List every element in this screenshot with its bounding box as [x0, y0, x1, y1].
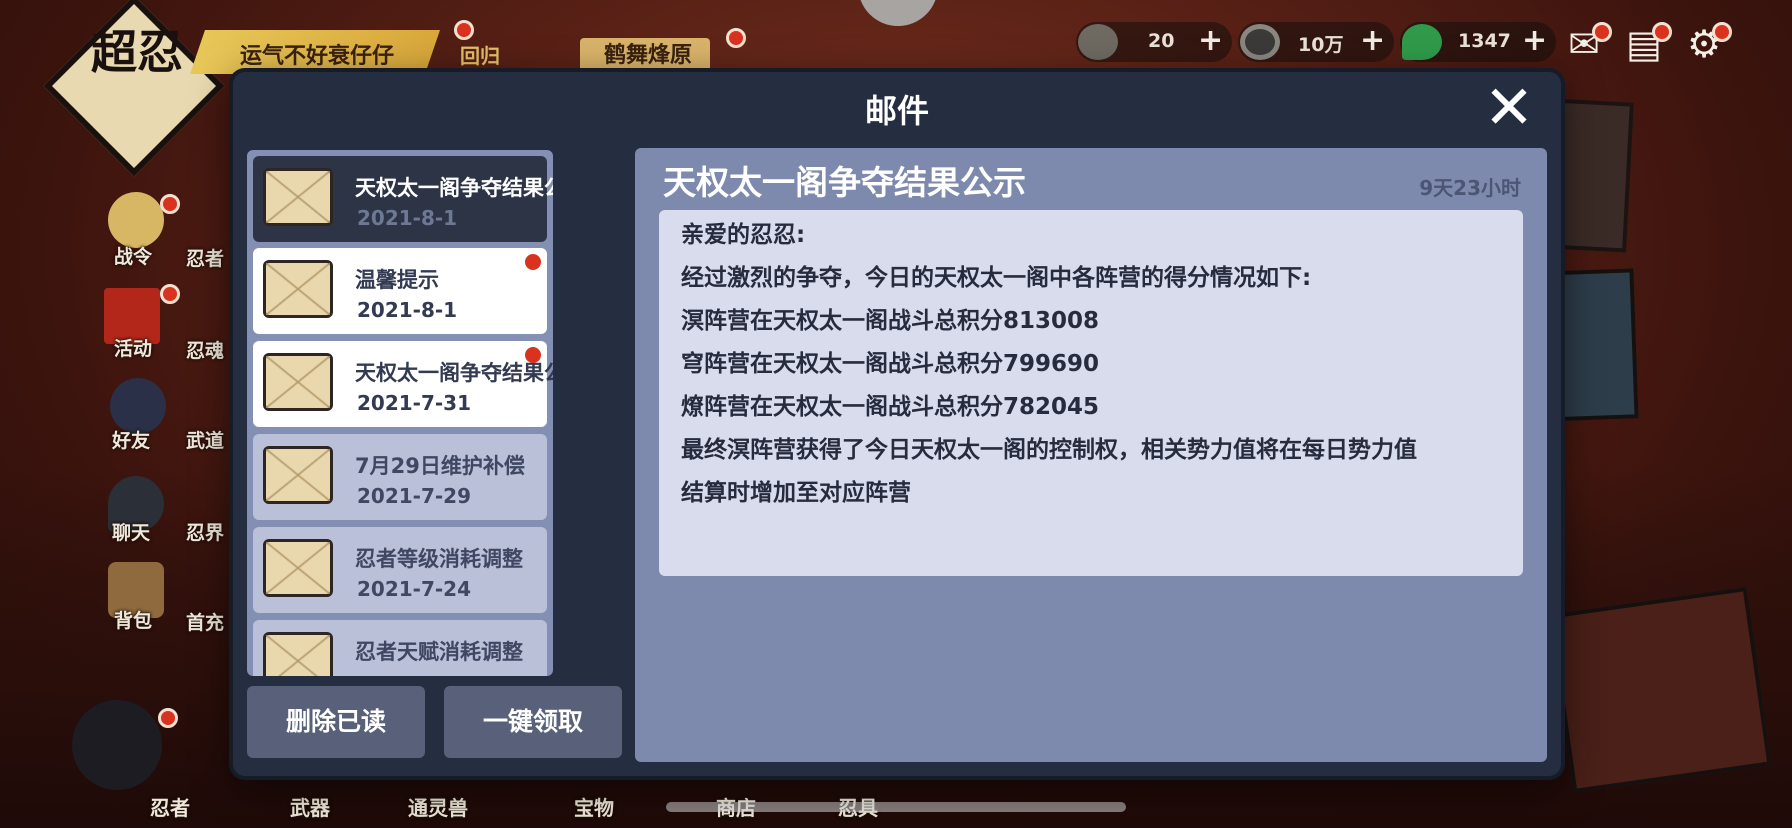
notification-dot: [158, 708, 178, 728]
envelope-open-icon: [263, 539, 333, 597]
mail-item-date: 2021-7-29: [357, 484, 472, 508]
envelope-open-icon: [263, 632, 333, 676]
unread-dot: [525, 347, 541, 363]
bottom-nav-summon[interactable]: 通灵兽: [408, 792, 468, 821]
rice-ball-icon: [1078, 24, 1118, 60]
mail-item-date: 2021-8-1: [357, 298, 458, 322]
side-menu-label: 战令: [114, 246, 153, 268]
mail-detail: 天权太一阁争夺结果公示 9天23小时 亲爱的忍忍: 经过激烈的争夺，今日的天权太…: [635, 148, 1547, 762]
unread-dot: [525, 254, 541, 270]
home-indicator: [666, 802, 1126, 812]
mail-dialog: 邮件 ✕ 天权太一阁争夺结果公示 2021-8-1 温馨提示 2021-8-1 …: [233, 72, 1561, 776]
stage-button[interactable]: 鹤舞烽原: [580, 38, 710, 74]
mail-list[interactable]: 天权太一阁争夺结果公示 2021-8-1 温馨提示 2021-8-1 天权太一阁…: [247, 150, 553, 676]
notification-dot: [726, 28, 746, 48]
add-resource-button[interactable]: +: [1360, 24, 1385, 58]
mail-list-item[interactable]: 天权太一阁争夺结果公示 2021-8-1: [253, 156, 553, 242]
mail-item-date: 2021-7-31: [357, 391, 472, 415]
side-menu-label[interactable]: 首充: [186, 608, 224, 635]
bottom-nav-weapon[interactable]: 武器: [290, 792, 330, 821]
mail-item-title: 温馨提示: [355, 268, 439, 292]
envelope-icon: [263, 260, 333, 318]
mail-list-item[interactable]: 天权太一阁争夺结果公示 2021-7-31: [253, 341, 553, 427]
mail-body-line: 穹阵营在天权太一阁战斗总积分799690: [681, 351, 1100, 377]
notification-dot: [160, 194, 180, 214]
delete-read-button[interactable]: 删除已读: [247, 686, 425, 758]
notification-dot: [1652, 22, 1672, 42]
mail-body-line: 亲爱的忍忍:: [681, 222, 806, 248]
return-event-button[interactable]: 回归: [460, 40, 500, 69]
mail-list-item[interactable]: 忍者天赋消耗调整: [253, 620, 547, 676]
side-menu-label[interactable]: 武道: [186, 426, 224, 453]
resource-value: 1347: [1458, 30, 1511, 52]
mail-detail-title: 天权太一阁争夺结果公示: [663, 163, 1026, 202]
background-poster: [1548, 586, 1772, 794]
side-menu-label: 聊天: [112, 522, 151, 544]
mail-body-line: 结算时增加至对应阵营: [681, 480, 911, 506]
mail-body-line: 燎阵营在天权太一阁战斗总积分782045: [681, 394, 1100, 420]
claim-all-button[interactable]: 一键领取: [444, 686, 622, 758]
mail-body-line: 最终溟阵营获得了今日天权太一阁的控制权，相关势力值将在每日势力值: [681, 437, 1417, 463]
envelope-open-icon: [263, 446, 333, 504]
dialog-title: 邮件: [864, 92, 929, 130]
close-button[interactable]: ✕: [1479, 78, 1539, 138]
add-resource-button[interactable]: +: [1522, 24, 1547, 58]
mail-list-item[interactable]: 7月29日维护补偿 2021-7-29: [253, 434, 547, 520]
bottom-nav-treasure[interactable]: 宝物: [574, 792, 614, 821]
resource-jade: 1347 +: [1400, 22, 1556, 62]
mail-list-item[interactable]: 忍者等级消耗调整 2021-7-24: [253, 527, 547, 613]
resource-rice: 20 +: [1076, 22, 1232, 62]
ninja-avatar-icon[interactable]: [72, 700, 162, 790]
side-menu-label[interactable]: 忍者: [186, 244, 224, 271]
mail-item-title: 忍者等级消耗调整: [355, 547, 523, 571]
add-resource-button[interactable]: +: [1198, 24, 1223, 58]
resource-value: 10万: [1298, 34, 1344, 56]
side-menu-label[interactable]: 忍魂: [186, 336, 224, 363]
mail-item-title: 忍者天赋消耗调整: [355, 640, 523, 664]
mail-item-title: 天权太一阁争夺结果公示: [355, 176, 553, 200]
game-logo-text: 超忍: [91, 25, 183, 79]
mail-body-line: 经过激烈的争夺，今日的天权太一阁中各阵营的得分情况如下:: [681, 265, 1312, 291]
mail-item-date: 2021-8-1: [357, 206, 458, 230]
side-menu-label[interactable]: 忍界: [186, 518, 224, 545]
jade-icon: [1402, 24, 1442, 60]
mail-item-date: 2021-7-24: [357, 577, 472, 601]
mail-body-line: 溟阵营在天权太一阁战斗总积分813008: [681, 308, 1100, 334]
resource-coin: 10万 +: [1238, 22, 1394, 62]
side-menu-label: 背包: [114, 610, 153, 632]
scroll-icon[interactable]: [108, 192, 164, 248]
resource-value: 20: [1148, 30, 1175, 52]
notification-dot: [1592, 22, 1612, 42]
mail-expire-time: 9天23小时: [1419, 176, 1521, 200]
coin-icon: [1240, 24, 1280, 60]
mail-body: 亲爱的忍忍: 经过激烈的争夺，今日的天权太一阁中各阵营的得分情况如下: 溟阵营在…: [659, 210, 1523, 576]
side-menu-label: 活动: [114, 338, 153, 360]
mail-item-title: 天权太一阁争夺结果公示: [355, 361, 553, 385]
mail-item-title: 7月29日维护补偿: [355, 454, 525, 478]
mail-list-item[interactable]: 温馨提示 2021-8-1: [253, 248, 547, 334]
notification-dot: [1712, 22, 1732, 42]
notification-dot: [454, 20, 474, 40]
envelope-icon: [263, 353, 333, 411]
notification-dot: [160, 284, 180, 304]
player-name: 运气不好衰仔仔: [240, 44, 395, 69]
side-menu-label: 好友: [112, 430, 151, 452]
bottom-nav-ninja[interactable]: 忍者: [150, 792, 190, 821]
envelope-open-icon: [263, 168, 333, 226]
